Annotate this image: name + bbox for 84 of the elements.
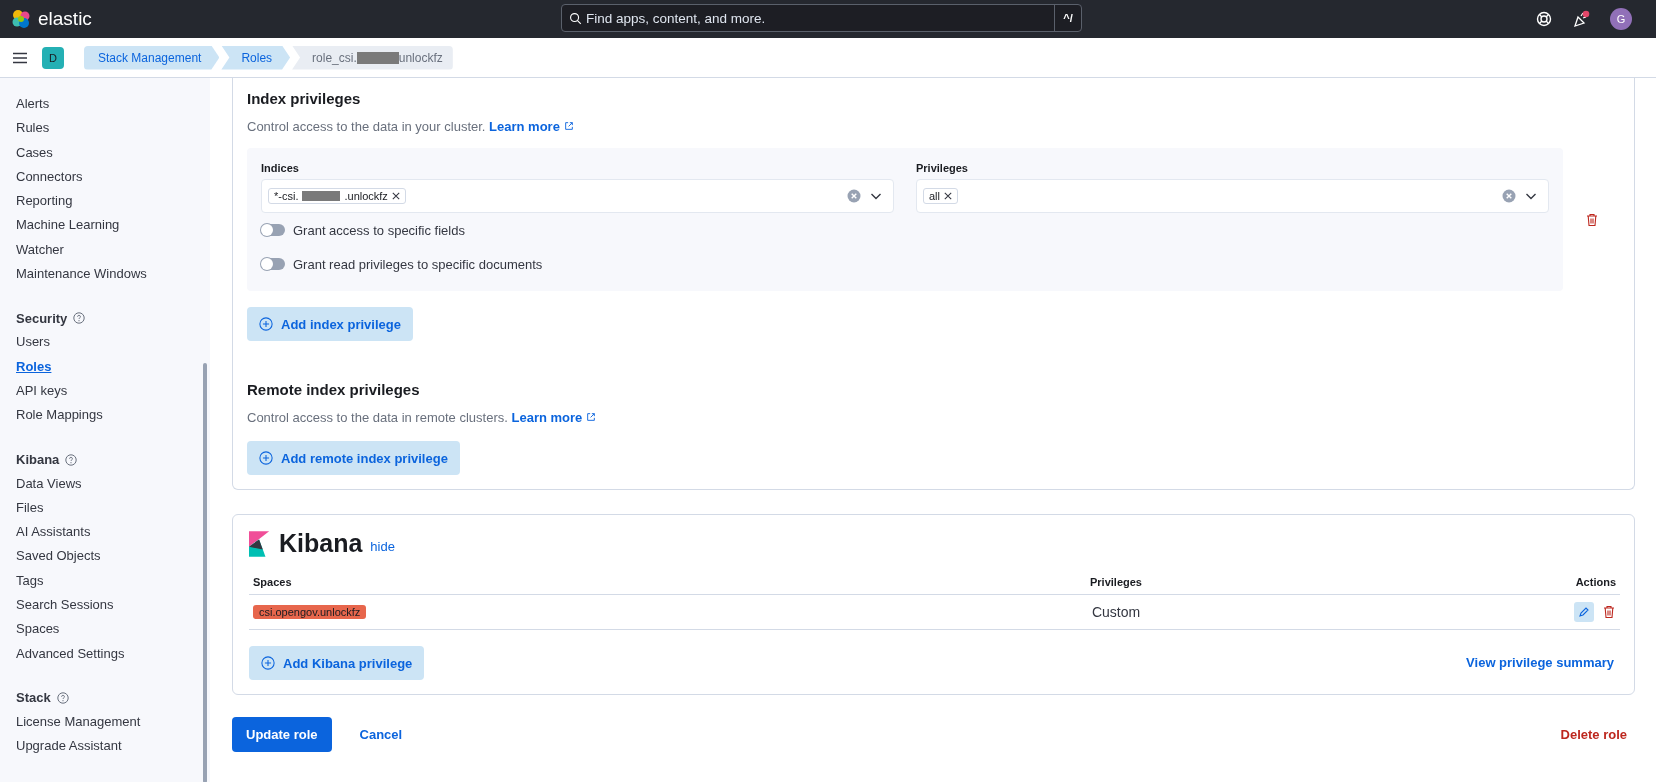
index-pill: all	[923, 188, 958, 204]
nav-link[interactable]: Users	[16, 330, 210, 355]
nav-link[interactable]: AI Assistants	[16, 520, 210, 545]
nav-link[interactable]: Role Mappings	[16, 403, 210, 428]
nav-link[interactable]: Watcher	[16, 237, 210, 263]
field-label: Indices	[261, 162, 300, 174]
section-title: Index privileges	[247, 90, 362, 107]
column-header: Privileges	[966, 576, 1266, 595]
kibana-logo-icon	[249, 530, 271, 557]
toggle-label: Grant access to specific fields	[293, 222, 465, 238]
nav-link[interactable]: Cases	[16, 140, 210, 165]
cancel-link[interactable]: Cancel	[359, 727, 403, 742]
section-title: Remote index privileges	[247, 381, 421, 398]
external-link-icon	[585, 412, 596, 422]
combo-box[interactable]: *-csi. .unlockfz	[261, 179, 894, 213]
logo-icon[interactable]	[10, 8, 32, 30]
redaction-block	[302, 191, 341, 201]
edit-button[interactable]	[1574, 602, 1594, 622]
add-button[interactable]: Add index privilege	[247, 307, 413, 341]
nav-link[interactable]: Spaces	[16, 617, 210, 642]
nav-link[interactable]: Machine Learning	[16, 213, 210, 238]
search-field[interactable]: Find apps, content, and more.	[582, 9, 1054, 27]
clear-icon[interactable]	[847, 189, 861, 203]
field-label: Privileges	[916, 162, 969, 174]
nav-link[interactable]: Data Views	[16, 471, 210, 496]
plus-circle-icon	[261, 656, 275, 670]
nav-link[interactable]: Tags	[16, 568, 210, 594]
external-link-icon	[563, 121, 574, 131]
trash-icon[interactable]	[1602, 605, 1616, 619]
nav-link[interactable]: Roles	[16, 354, 210, 379]
nav-link[interactable]: Maintenance Windows	[16, 262, 210, 287]
index-pill: *-csi. .unlockfz	[268, 188, 406, 204]
nav-link[interactable]: License Management	[16, 709, 210, 735]
space-avatar[interactable]: D	[42, 46, 64, 69]
toggle-switch[interactable]	[261, 258, 285, 270]
toggle-label: Grant read privileges to specific documents	[293, 256, 543, 272]
combo-box[interactable]: all	[916, 179, 1549, 213]
party-popper-icon[interactable]	[1572, 10, 1590, 28]
close-icon[interactable]	[944, 192, 952, 200]
nav-link[interactable]: Rules	[16, 116, 210, 141]
clear-icon[interactable]	[1502, 189, 1516, 203]
nav-link[interactable]: Advanced Settings	[16, 641, 210, 666]
plus-circle-icon	[259, 451, 273, 465]
summary-link[interactable]: View privilege summary	[1466, 654, 1614, 670]
column-header: Spaces	[249, 576, 966, 595]
table-cell: Custom	[966, 595, 1266, 630]
add-button[interactable]: Add remote index privilege	[247, 441, 460, 475]
shortcut-key: ^/	[1054, 5, 1081, 31]
scrollbar[interactable]	[203, 363, 207, 782]
user-avatar[interactable]: G	[1610, 8, 1632, 30]
redaction-block	[356, 51, 399, 64]
section-heading: Security	[16, 310, 68, 326]
nav-link[interactable]: Upgrade Assistant	[16, 734, 210, 759]
section-heading: Stack	[16, 690, 51, 706]
trash-icon[interactable]	[1584, 212, 1599, 227]
hide-link[interactable]: hide	[370, 539, 395, 554]
description-text: Control access to the data in your cluster. Learn more	[247, 119, 1620, 134]
breadcrumb[interactable]: Stack Management	[84, 45, 220, 70]
space-badge: csi.opengov.unlockfz	[253, 605, 367, 619]
delete-link[interactable]: Delete role	[1560, 727, 1627, 742]
add-button[interactable]: Add Kibana privilege	[249, 646, 425, 680]
learn-more-link[interactable]: Learn more	[489, 119, 574, 134]
nav-link[interactable]: Search Sessions	[16, 593, 210, 618]
learn-more-link[interactable]: Learn more	[511, 410, 596, 425]
breadcrumb[interactable]: role_csi. unlockfz	[292, 45, 453, 70]
breadcrumb[interactable]: Roles	[221, 45, 291, 70]
section-heading: Kibana	[16, 452, 60, 468]
update-button[interactable]: Update role	[232, 717, 332, 752]
nav-link[interactable]: Saved Objects	[16, 544, 210, 569]
nav-link[interactable]: Files	[16, 495, 210, 521]
nav-link[interactable]: Alerts	[16, 92, 210, 117]
nav-link[interactable]: Reporting	[16, 189, 210, 214]
search-bar[interactable]: Find apps, content, and more. ^/	[561, 4, 1082, 32]
close-icon[interactable]	[391, 192, 400, 200]
pencil-icon	[1578, 606, 1590, 618]
kibana-title: Kibana	[279, 529, 363, 558]
column-header: Actions	[1266, 576, 1620, 595]
plus-circle-icon	[259, 317, 273, 331]
description-text: Control access to the data in remote clusters. Learn more	[247, 410, 1620, 425]
logo-text[interactable]: elastic	[38, 8, 92, 30]
toggle-switch[interactable]	[261, 224, 285, 236]
nav-link[interactable]: Connectors	[16, 164, 210, 190]
nav-link[interactable]: API keys	[16, 378, 210, 404]
search-icon	[569, 11, 582, 25]
